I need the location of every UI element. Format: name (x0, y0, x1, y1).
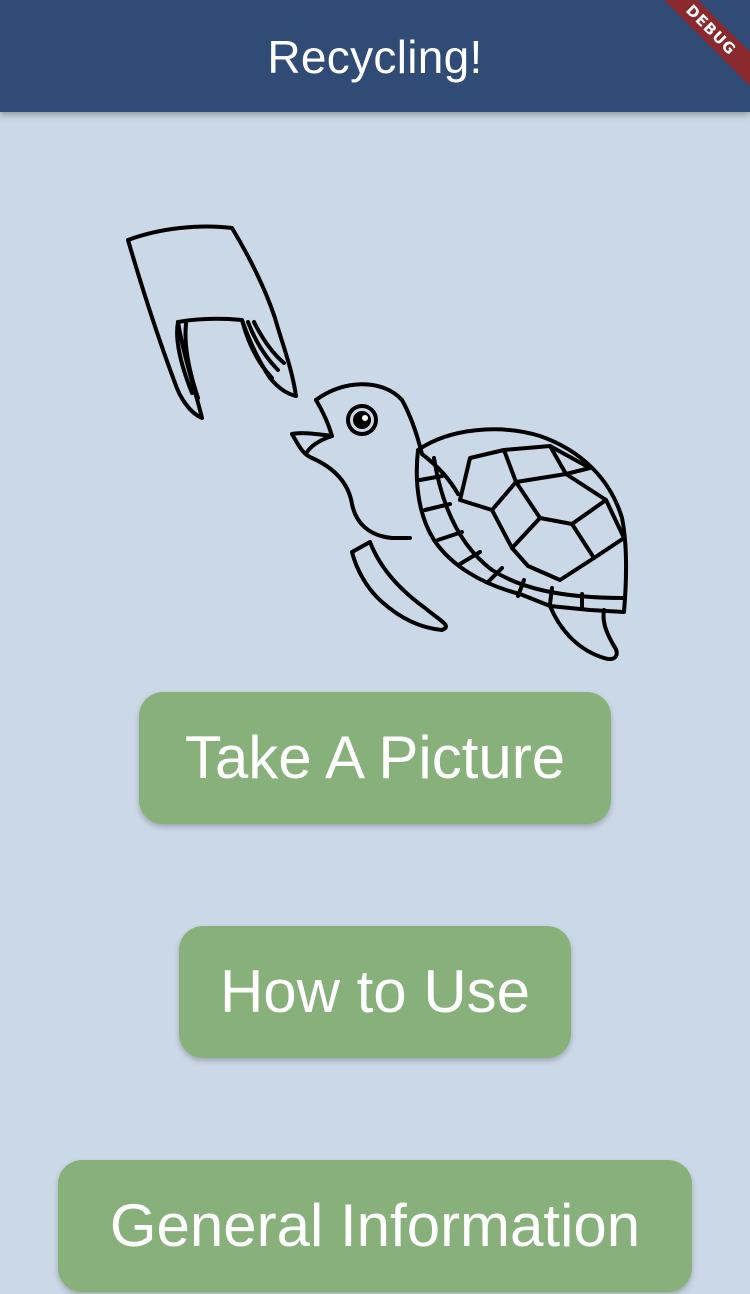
debug-banner-label: DEBUG (660, 0, 750, 90)
take-picture-button[interactable]: Take A Picture (139, 692, 611, 824)
turtle-back-flipper-shape (548, 604, 619, 661)
turtle-front-flipper-shape (350, 540, 448, 632)
how-to-use-button[interactable]: How to Use (179, 926, 571, 1058)
turtle-eating-plastic-bag-icon (126, 224, 628, 661)
general-information-button[interactable]: General Information (58, 1160, 692, 1292)
debug-banner: DEBUG (660, 0, 750, 90)
app-bar: Recycling! (0, 0, 750, 112)
plastic-bag-shape (126, 224, 298, 420)
app-title: Recycling! (267, 31, 483, 83)
